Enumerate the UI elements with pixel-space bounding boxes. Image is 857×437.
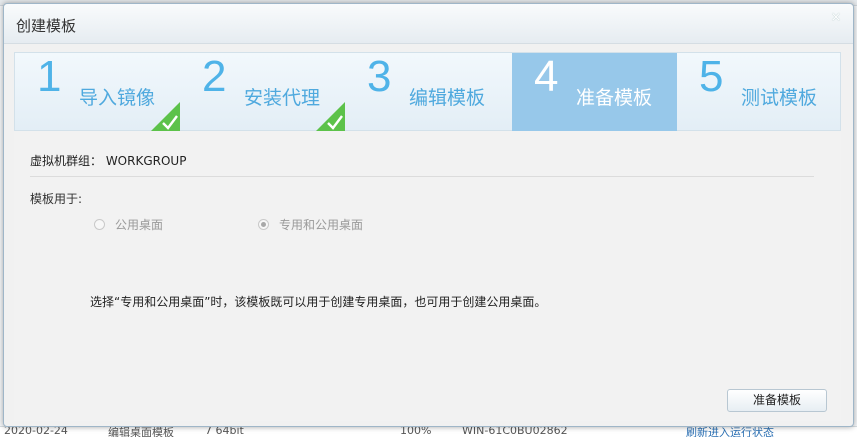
radio-checked-icon[interactable] <box>258 219 269 230</box>
create-template-dialog: 创建模板 × 1 导入镜像 2 安装代理 3 编辑模板 4 准备模板 5 测试模… <box>3 3 854 427</box>
radio-label: 专用和公用桌面 <box>279 218 364 232</box>
step-label: 测试模板 <box>741 87 818 109</box>
background-cell: 100% <box>400 426 432 437</box>
step-number: 2 <box>202 52 227 101</box>
step-prepare-template: 4 准备模板 <box>512 53 677 132</box>
divider <box>30 176 814 177</box>
radio-private-and-public-desktop[interactable]: 专用和公用桌面 <box>258 216 363 233</box>
background-cell: 7 64bit <box>205 426 244 437</box>
vm-group-info: 虚拟机群组： WORKGROUP <box>30 154 187 168</box>
wizard-steps: 1 导入镜像 2 安装代理 3 编辑模板 4 准备模板 5 测试模板 <box>14 52 842 132</box>
checkmark-icon <box>315 102 345 132</box>
dialog-title: 创建模板 <box>16 17 77 35</box>
step-label: 安装代理 <box>244 87 321 109</box>
step-label: 准备模板 <box>576 87 653 109</box>
background-cell-link[interactable]: 刷新进入运行状态 <box>686 427 774 437</box>
step-install-agent: 2 安装代理 <box>180 53 345 132</box>
radio-public-desktop[interactable]: 公用桌面 <box>94 216 163 233</box>
checkmark-icon <box>150 102 180 132</box>
step-label: 编辑模板 <box>409 87 486 109</box>
radio-label: 公用桌面 <box>115 218 164 232</box>
background-cell: WIN-61C0BU02862 <box>462 426 568 437</box>
dialog-titlebar: 创建模板 × <box>4 4 853 44</box>
step-number: 3 <box>367 52 392 101</box>
prepare-template-button[interactable]: 准备模板 <box>727 389 827 412</box>
step-import-image: 1 导入镜像 <box>15 53 180 132</box>
step-edit-template: 3 编辑模板 <box>345 53 510 132</box>
background-table-row: 2020-02-24 编辑桌面模板 7 64bit 100% WIN-61C0B… <box>0 426 857 437</box>
background-cell: 2020-02-24 <box>4 426 68 437</box>
step-label: 导入镜像 <box>79 87 156 109</box>
step-number: 4 <box>534 52 559 101</box>
template-usage-label: 模板用于: <box>30 192 83 206</box>
usage-hint: 选择“专用和公用桌面”时，该模板既可以用于创建专用桌面，也可用于创建公用桌面。 <box>90 295 547 309</box>
step-number: 1 <box>37 52 62 101</box>
close-icon[interactable]: × <box>829 11 843 25</box>
step-number: 5 <box>699 52 724 101</box>
radio-circle-icon[interactable] <box>94 219 105 230</box>
step-test-template: 5 测试模板 <box>677 53 842 132</box>
step-content: 虚拟机群组： WORKGROUP 模板用于: 公用桌面 专用和公用桌面 选择“专… <box>14 131 841 421</box>
background-cell: 编辑桌面模板 <box>108 426 174 437</box>
